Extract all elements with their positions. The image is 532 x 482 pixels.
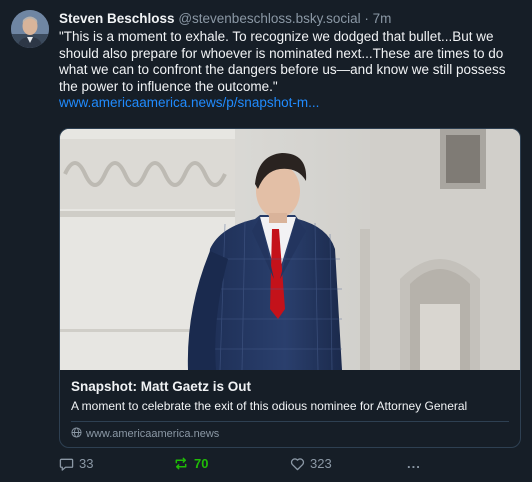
- post-timestamp[interactable]: 7m: [373, 11, 392, 26]
- card-title[interactable]: Snapshot: Matt Gaetz is Out: [71, 379, 251, 394]
- author-name[interactable]: Steven Beschloss: [59, 11, 175, 26]
- card-divider: [71, 421, 509, 422]
- header-separator: ·: [364, 11, 369, 26]
- card-domain-row: www.americaamerica.news: [71, 427, 219, 441]
- repost-count: 70: [194, 456, 209, 471]
- like-button[interactable]: 323: [290, 456, 332, 471]
- card-domain: www.americaamerica.news: [86, 428, 220, 440]
- heart-icon: [290, 457, 305, 471]
- post-header: Steven Beschloss @stevenbeschloss.bsky.s…: [59, 10, 391, 27]
- post-actions: 33 70 323 ...: [59, 456, 519, 474]
- reply-button[interactable]: 33: [59, 456, 93, 471]
- more-options-icon: ...: [407, 456, 421, 471]
- like-count: 323: [310, 456, 332, 471]
- post-link[interactable]: www.americaamerica.news/p/snapshot-m...: [59, 95, 319, 110]
- link-preview-card[interactable]: Snapshot: Matt Gaetz is Out A moment to …: [59, 128, 521, 448]
- post-body: "This is a moment to exhale. To recogniz…: [59, 29, 524, 112]
- author-avatar[interactable]: [11, 10, 49, 48]
- author-handle[interactable]: @stevenbeschloss.bsky.social: [178, 11, 360, 26]
- card-description: A moment to celebrate the exit of this o…: [71, 399, 468, 413]
- repost-icon: [173, 456, 189, 471]
- globe-icon: [71, 427, 82, 441]
- repost-button[interactable]: 70: [173, 456, 208, 471]
- card-image[interactable]: [60, 129, 520, 371]
- reply-icon: [59, 456, 74, 471]
- more-options-button[interactable]: ...: [407, 456, 421, 471]
- reply-count: 33: [79, 456, 94, 471]
- post-text: "This is a moment to exhale. To recogniz…: [59, 29, 506, 94]
- post[interactable]: Steven Beschloss @stevenbeschloss.bsky.s…: [0, 0, 532, 482]
